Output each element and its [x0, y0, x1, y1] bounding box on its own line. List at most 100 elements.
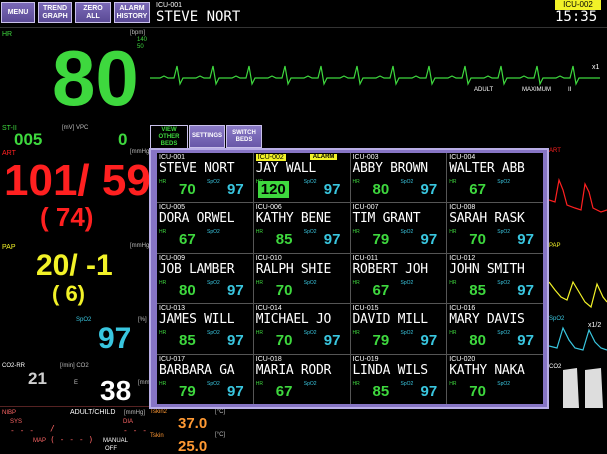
bed-tile-name: KATHY NAKA [449, 362, 525, 378]
bed-tile-hr-value: 70 [275, 332, 293, 350]
bed-tile[interactable]: ICU-009 JOB LAMBER HR SpO2 80 97 [157, 253, 253, 304]
bed-tile-hr-value: 79 [179, 382, 196, 400]
bed-tile[interactable]: ICU-012 JOHN SMITH HR SpO2 85 97 [447, 253, 543, 304]
co2-value: 38 [100, 375, 132, 406]
bed-tile-name: ABBY BROWN [352, 161, 429, 176]
bed-tile[interactable]: ICU-013 JAMES WILL HR SpO2 85 97 [157, 304, 253, 354]
pap-label: PAP [2, 244, 16, 251]
bed-tile[interactable]: ICU-004 WALTER ABB HR SpO2 67 [447, 153, 543, 203]
bed-tile-hr-value: 79 [372, 332, 390, 350]
bed-tile-name: DAVID MILL [352, 312, 429, 328]
bed-tile[interactable]: ICU-015 DAVID MILL HR SpO2 79 97 [350, 304, 447, 354]
header-divider [0, 27, 607, 28]
bed-tile-hr-value: 67 [372, 281, 390, 299]
bed-tile[interactable]: ICU-017 BARBARA GA HR SpO2 79 97 [157, 354, 253, 404]
tskin-value: 25.0 [178, 438, 208, 454]
bed-tile-id: ICU-015 [352, 305, 379, 313]
trend-graph-button[interactable]: TREND GRAPH [38, 2, 72, 23]
zero-all-button[interactable]: ZERO ALL [75, 2, 111, 23]
bed-tile-spo2-label: SpO2 [400, 279, 414, 286]
bed-tile-spo2-value: 97 [517, 332, 534, 350]
bed-tile-hr-label: HR [352, 330, 360, 337]
bed-tile-name: JOB LAMBER [159, 261, 235, 277]
bed-tile-spo2-label: SpO2 [497, 229, 511, 236]
alarm-history-button[interactable]: ALARM HISTORY [114, 2, 150, 23]
nibp-slash: / [50, 424, 55, 433]
bed-tile[interactable]: ICU-014 MICHAEL JO HR SpO2 70 97 [253, 304, 350, 354]
nibp-sys-label: SYS [10, 419, 23, 425]
bed-tile[interactable]: ICU-007 TIM GRANT HR SpO2 79 97 [350, 203, 447, 253]
st-value: 005 [14, 130, 43, 149]
pap-mean: ( 6) [52, 281, 85, 306]
bed-tile-spo2-value: 97 [420, 181, 438, 198]
bed-tile-id: ICU-014 [255, 305, 282, 313]
nibp-map-dashes: ( - - - ) [50, 435, 94, 444]
ecg-lead: II [568, 87, 572, 93]
ecg-patient-type: ADULT [474, 87, 494, 93]
menu-button[interactable]: MENU [1, 2, 35, 23]
bed-tile[interactable]: ICU-018 MARIA RODR HR SpO2 67 [253, 354, 350, 404]
bed-tile[interactable]: ICU-005 DORA ORWEL HR SpO2 67 [157, 203, 253, 253]
bed-tile-id: ICU-006 [255, 204, 282, 212]
tab-view-other-beds[interactable]: VIEW OTHER BEDS [150, 125, 188, 148]
tab-settings[interactable]: SETTINGS [189, 125, 225, 148]
bed-tile-id: ICU-017 [159, 355, 186, 363]
bed-tile-id: ICU-019 [352, 355, 379, 363]
bed-tile-id: ICU-016 [449, 305, 476, 313]
bed-tile-id: ICU-002 [255, 154, 286, 161]
bed-tile-hr-value: 70 [275, 281, 293, 299]
nibp-map-label: MAP [33, 438, 47, 444]
bed-tile[interactable]: ICU-011 ROBERT JOH HR SpO2 67 [350, 253, 447, 304]
bed-tile[interactable]: ICU-020 KATHY NAKA HR SpO2 70 [447, 354, 543, 404]
bed-tile[interactable]: ICU-006 KATHY BENE HR SpO2 85 97 [253, 203, 350, 253]
spo2-waveform [549, 326, 607, 351]
bed-tile[interactable]: ICU-001 STEVE NORT HR SpO2 70 97 [157, 153, 253, 203]
bed-tile-hr-value: 85 [275, 231, 293, 249]
bed-tile-spo2-value: 97 [227, 332, 244, 350]
bed-tile-id: ICU-020 [449, 355, 476, 363]
bed-tile-hr-label: HR [159, 179, 167, 185]
art-mean: ( 74) [40, 202, 94, 232]
bed-tile-hr-label: HR [159, 279, 167, 286]
bed-tile-hr-value: 80 [372, 181, 390, 198]
bed-tile-hr-label: HR [255, 330, 263, 337]
bed-tile-spo2-value: 97 [420, 382, 438, 400]
bed-tile-hr-value: 70 [469, 231, 486, 249]
bed-tile-hr-label: HR [159, 229, 167, 236]
bed-tile-hr-value: 67 [275, 382, 293, 400]
bed-tile-spo2-value: 97 [517, 231, 534, 249]
art-unit: [mmHg] [130, 149, 151, 155]
bed-tile[interactable]: ICU-003 ABBY BROWN HR SpO2 80 97 [350, 153, 447, 203]
bed-tile-id: ICU-009 [159, 254, 186, 262]
bed-tile[interactable]: ICU-019 LINDA WILS HR SpO2 85 97 [350, 354, 447, 404]
bed-tile-spo2-value: 97 [227, 382, 244, 400]
co2-sub: E [74, 380, 79, 386]
nibp-sys-dashes: - - - [10, 426, 35, 435]
bed-tile-hr-label: HR [255, 279, 263, 286]
bed-tile[interactable]: ICU-010 RALPH SHIE HR SpO2 70 [253, 253, 350, 304]
nibp-mode: ADULT/CHILD [70, 409, 116, 416]
bed-tile-id: ICU-001 [159, 154, 186, 161]
bed-tile-id: ICU-012 [449, 254, 476, 262]
bed-tile-spo2-label: SpO2 [207, 229, 220, 236]
tab-switch-beds[interactable]: SWITCH BEDS [226, 125, 262, 148]
nibp-dia-label: DIA [123, 419, 134, 425]
bed-tile[interactable]: ICU-002ALARMJAY WALLHRSpO212097 [253, 153, 350, 203]
bed-tile-spo2-label: SpO2 [303, 279, 317, 286]
bed-tile-spo2-label: SpO2 [400, 330, 414, 337]
bed-tile-name: TIM GRANT [352, 211, 421, 227]
bed-tile-hr-value: 67 [179, 231, 196, 249]
bed-tile-spo2-label: SpO2 [207, 330, 220, 337]
bed-tile-name: LINDA WILS [352, 362, 429, 378]
bed-tile-id: ICU-008 [449, 204, 476, 212]
pap-sys-dia: 20/ -1 [36, 249, 113, 282]
tskin2-unit: [°C] [215, 409, 226, 415]
bed-tile-hr-value: 85 [179, 332, 196, 350]
bed-tile-hr-value: 70 [179, 181, 196, 198]
right-pap-label: PAP [549, 243, 561, 249]
bed-tile-name: WALTER ABB [449, 161, 525, 176]
bed-tile[interactable]: ICU-016 MARY DAVIS HR SpO2 80 97 [447, 304, 543, 354]
bed-tile-id: ICU-018 [255, 355, 282, 363]
bed-tile-hr-value: 70 [469, 382, 486, 400]
bed-tile[interactable]: ICU-008 SARAH RASK HR SpO2 70 97 [447, 203, 543, 253]
